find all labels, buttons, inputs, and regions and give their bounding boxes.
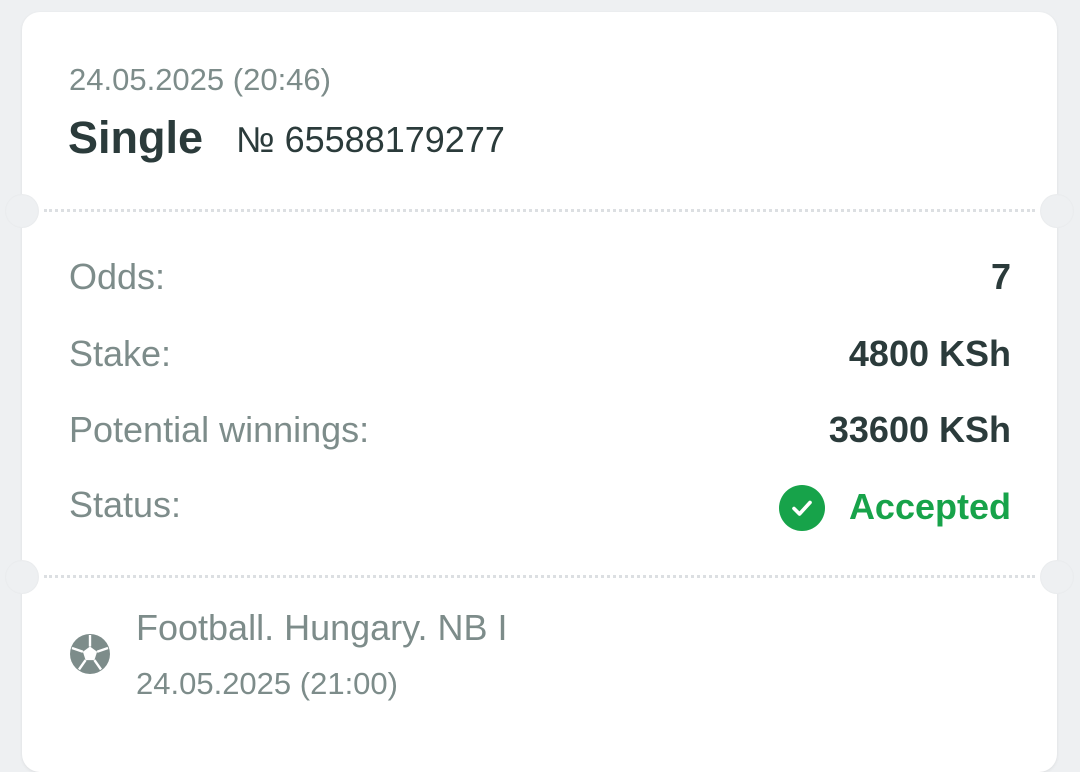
status-row: Status: Accepted — [69, 484, 1011, 534]
status-value: Accepted — [848, 486, 1011, 527]
ticket-notch — [1040, 194, 1074, 228]
odds-label: Odds: — [69, 256, 166, 297]
ticket-notch — [1040, 560, 1074, 594]
stake-row: Stake: 4800 KSh — [69, 333, 1011, 383]
bet-date: 24.05.2025 (20:46) — [69, 62, 331, 97]
status-badge: Accepted — [778, 484, 1011, 531]
ticket-notch — [5, 194, 39, 228]
status-label: Status: — [69, 484, 182, 525]
potential-winnings-value: 33600 KSh — [828, 409, 1011, 450]
odds-value: 7 — [990, 256, 1011, 297]
bet-number: № 65588179277 — [236, 119, 505, 160]
check-circle-icon — [778, 485, 825, 531]
dotted-divider — [44, 209, 1035, 212]
event-date: 24.05.2025 (21:00) — [136, 666, 398, 701]
stake-value: 4800 KSh — [848, 333, 1011, 374]
potential-winnings-label: Potential winnings: — [69, 409, 370, 450]
dotted-divider — [44, 575, 1035, 578]
potential-winnings-row: Potential winnings: 33600 KSh — [69, 409, 1011, 459]
stake-label: Stake: — [69, 333, 172, 374]
bet-ticket-card[interactable]: 24.05.2025 (20:46) Single № 65588179277 … — [5, 12, 1074, 772]
bet-type: Single — [68, 112, 204, 163]
event-title[interactable]: Football. Hungary. NB I — [136, 607, 508, 649]
odds-row: Odds: 7 — [69, 256, 1011, 306]
ticket-notch — [5, 560, 39, 594]
football-icon — [68, 632, 112, 676]
